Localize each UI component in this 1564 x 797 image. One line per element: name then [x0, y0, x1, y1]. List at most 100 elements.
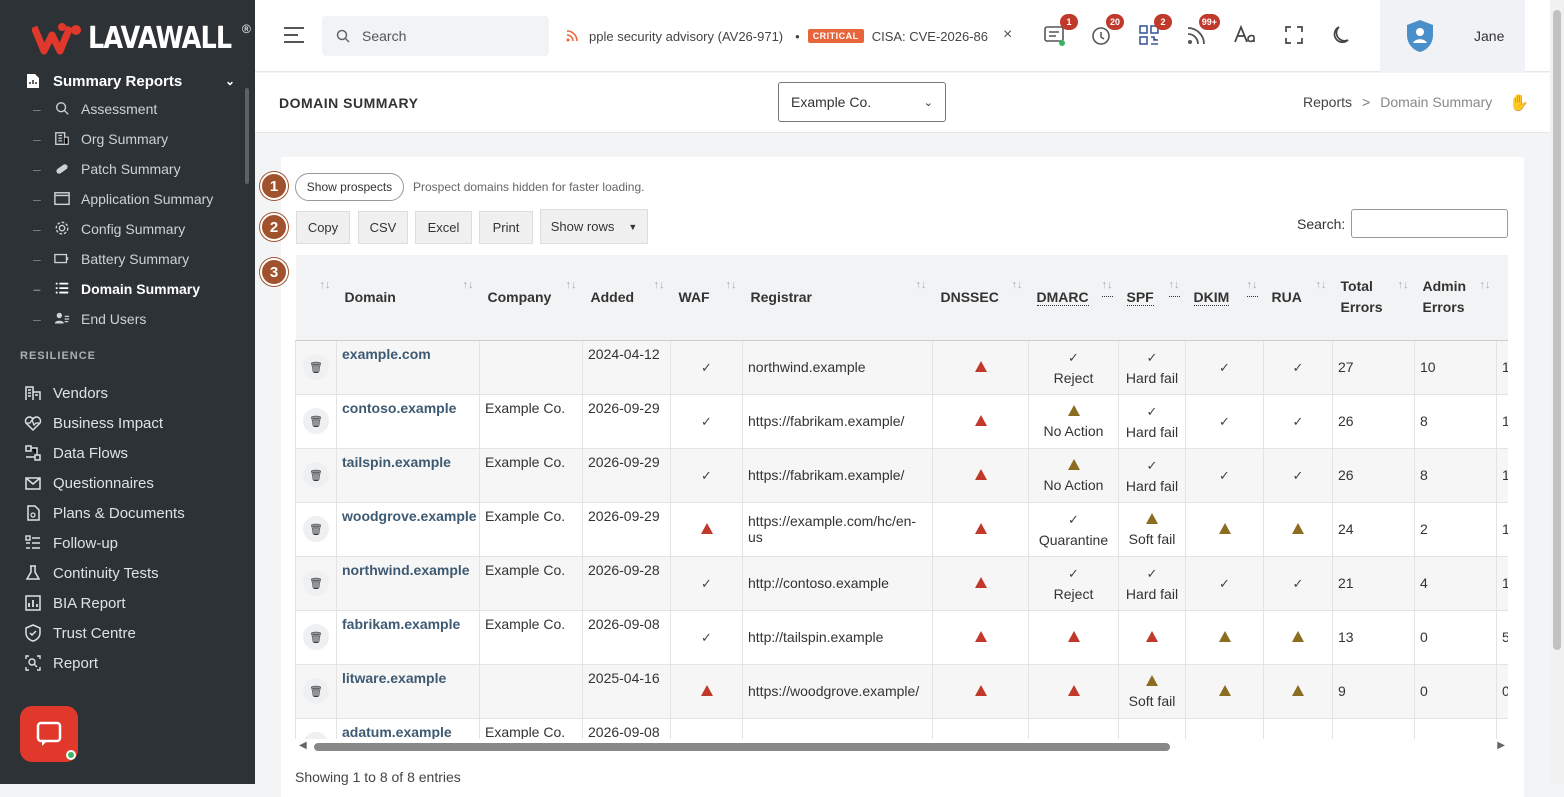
dark-mode-button[interactable] [1330, 22, 1356, 48]
column-header-dmarc[interactable]: DMARC ↑↓ [1028, 255, 1119, 341]
column-header-domain[interactable]: Domain ↑↓ [336, 255, 480, 341]
feeds-button[interactable]: 99+ [1184, 14, 1220, 48]
column-header-total-errors[interactable]: Total Errors ↑↓ [1332, 255, 1415, 341]
copy-button[interactable]: Copy [296, 211, 350, 244]
trash-icon[interactable]: 🗑 [303, 570, 329, 596]
status-label: Soft fail [1128, 693, 1176, 709]
sidebar-item-continuity-tests[interactable]: Continuity Tests [0, 558, 255, 588]
trash-icon[interactable]: 🗑 [303, 678, 329, 704]
scroll-left-icon[interactable]: ◀ [299, 740, 307, 751]
sidebar-item-config-summary[interactable]: – Config Summary [0, 214, 255, 244]
show-rows-dropdown[interactable]: Show rows ▼ [540, 209, 648, 244]
added-cell: 2026-09-29 [582, 447, 671, 503]
heart-pulse-icon [24, 416, 42, 432]
global-search-input[interactable]: Search [322, 16, 549, 56]
caret-down-icon: ▼ [628, 221, 638, 232]
sort-icon: ↑↓ [725, 279, 737, 291]
company-select[interactable]: Example Co. ⌄ [778, 82, 946, 122]
page-scrollbar[interactable] [1550, 0, 1564, 784]
alerts-button[interactable]: 20 [1088, 14, 1124, 48]
sidebar-scrollbar[interactable] [245, 88, 249, 184]
font-size-button[interactable] [1232, 22, 1258, 48]
table-search-input[interactable] [1351, 209, 1508, 238]
resilience-nav: Vendors Business Impact Data Flows Question… [0, 378, 255, 678]
chat-widget-button[interactable] [20, 706, 78, 762]
sidebar-item-org-summary[interactable]: – Org Summary [0, 124, 255, 154]
domain-table-container[interactable]: ↑↓ Domain ↑↓ Company ↑↓ Added ↑↓ WAF ↑↓ Registrar… [295, 255, 1508, 739]
qr-scan-button[interactable]: 2 [1136, 14, 1172, 48]
caution-warning-icon [1067, 459, 1080, 470]
trash-icon[interactable]: 🗑 [303, 408, 329, 434]
sidebar-item-trust-centre[interactable]: Trust Centre [0, 618, 255, 648]
column-header-actions[interactable]: ↑↓ [295, 255, 337, 341]
trash-icon[interactable]: 🗑 [303, 354, 329, 380]
ticker-item-1[interactable]: pple security advisory (AV26-971) [589, 29, 783, 44]
domain-link[interactable]: example.com [342, 346, 431, 362]
column-header-label: Admin Errors [1422, 278, 1467, 316]
domain-link[interactable]: tailspin.example [342, 454, 451, 470]
sidebar-item-assessment[interactable]: – Assessment [0, 94, 255, 124]
column-header-dkim[interactable]: DKIM ↑↓ [1185, 255, 1264, 341]
error-warning-icon [974, 685, 987, 696]
search-icon [336, 29, 350, 43]
domain-link[interactable]: contoso.example [342, 400, 456, 416]
messages-button[interactable]: 1 [1042, 14, 1078, 48]
domain-link[interactable]: litware.example [342, 670, 446, 686]
document-icon [27, 505, 40, 521]
sidebar-item-plans-documents[interactable]: Plans & Documents [0, 498, 255, 528]
sidebar-item-questionnaires[interactable]: Questionnaires [0, 468, 255, 498]
trash-icon[interactable]: 🗑 [303, 624, 329, 650]
column-header-waf[interactable]: WAF ↑↓ [670, 255, 743, 341]
fullscreen-icon [1285, 26, 1303, 44]
show-prospects-button[interactable]: Show prospects [295, 173, 404, 201]
domain-link[interactable]: woodgrove.example [342, 508, 477, 524]
page-scrollbar-thumb[interactable] [1553, 10, 1561, 650]
csv-button[interactable]: CSV [358, 211, 408, 244]
table-header-row: ↑↓ Domain ↑↓ Company ↑↓ Added ↑↓ WAF ↑↓ Registrar… [295, 255, 1508, 341]
sidebar-item-battery-summary[interactable]: – Battery Summary [0, 244, 255, 274]
column-header-admin-errors[interactable]: Admin Errors ↑↓ [1414, 255, 1497, 341]
sidebar-item-business-impact[interactable]: Business Impact [0, 408, 255, 438]
brand-name: LAVAWALL [88, 20, 232, 56]
breadcrumb-reports[interactable]: Reports [1303, 94, 1352, 110]
hamburger-menu-icon[interactable] [283, 26, 305, 44]
horizontal-scrollbar-thumb[interactable] [314, 743, 1170, 751]
domain-link[interactable]: fabrikam.example [342, 616, 460, 632]
tree-dash: – [33, 131, 41, 147]
column-header-registrar[interactable]: Registrar ↑↓ [742, 255, 933, 341]
scroll-right-icon[interactable]: ▶ [1497, 740, 1505, 751]
sidebar-item-follow-up[interactable]: Follow-up [0, 528, 255, 558]
check-icon: ✓ [701, 467, 712, 483]
column-header-dnssec[interactable]: DNSSEC ↑↓ [932, 255, 1029, 341]
sidebar-item-application-summary[interactable]: – Application Summary [0, 184, 255, 214]
sidebar-item-domain-summary[interactable]: – Domain Summary [0, 274, 255, 304]
domain-link[interactable]: northwind.example [342, 562, 470, 578]
summary-reports-toggle[interactable]: Summary Reports ⌄ [0, 68, 255, 94]
ticker-close-icon[interactable]: × [1003, 26, 1012, 44]
trash-icon[interactable]: 🗑 [303, 462, 329, 488]
table-row: 🗑 tailspin.example Example Co. 2026-09-29 ✓ h… [295, 447, 1508, 503]
excel-button[interactable]: Excel [415, 211, 472, 244]
fullscreen-button[interactable] [1281, 22, 1307, 48]
news-ticker[interactable]: pple security advisory (AV26-971) • CRIT… [565, 22, 1005, 50]
prospect-note: Prospect domains hidden for faster loadi… [413, 180, 645, 194]
brand-logo[interactable]: LAVAWALL ® [32, 18, 257, 58]
trash-icon[interactable]: 🗑 [303, 516, 329, 542]
sidebar-item-patch-summary[interactable]: – Patch Summary [0, 154, 255, 184]
sidebar-item-data-flows[interactable]: Data Flows [0, 438, 255, 468]
column-header-spf[interactable]: SPF ↑↓ [1118, 255, 1186, 341]
trash-icon[interactable]: 🗑 [303, 732, 329, 739]
table-horizontal-scrollbar[interactable]: ◀ ▶ [299, 740, 1505, 753]
column-header-company[interactable]: Company ↑↓ [479, 255, 583, 341]
sidebar-item-report[interactable]: Report [0, 648, 255, 678]
ticker-item-2[interactable]: CISA: CVE-2026-86 [872, 29, 988, 44]
sidebar-item-end-users[interactable]: – End Users [0, 304, 255, 334]
table-row: 🗑 woodgrove.example Example Co. 2026-09-29 h… [295, 501, 1508, 557]
print-button[interactable]: Print [479, 211, 533, 244]
column-header-rua[interactable]: RUA ↑↓ [1263, 255, 1333, 341]
user-menu[interactable]: Jane [1380, 0, 1525, 72]
column-header-added[interactable]: Added ↑↓ [582, 255, 671, 341]
sidebar-item-bia-report[interactable]: BIA Report [0, 588, 255, 618]
sidebar-item-vendors[interactable]: Vendors [0, 378, 255, 408]
domain-link[interactable]: adatum.example [342, 724, 452, 740]
